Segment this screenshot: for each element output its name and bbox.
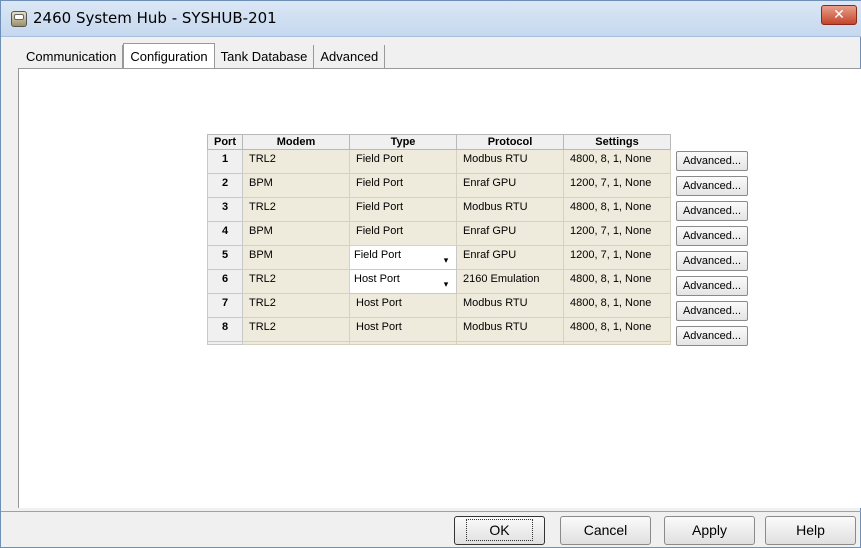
modem-cell[interactable]: TRL2 — [242, 293, 350, 318]
blank-cell — [242, 341, 350, 345]
advanced-button-port-5[interactable]: Advanced... — [676, 251, 748, 271]
table-row[interactable]: 3 TRL2 Field Port Modbus RTU 4800, 8, 1,… — [207, 197, 671, 222]
header-protocol: Protocol — [456, 134, 564, 150]
header-port: Port — [207, 134, 243, 150]
cancel-button[interactable]: Cancel — [560, 516, 651, 545]
protocol-cell[interactable]: Modbus RTU — [456, 317, 564, 342]
table-row[interactable]: 2 BPM Field Port Enraf GPU 1200, 7, 1, N… — [207, 173, 671, 198]
advanced-button-port-2[interactable]: Advanced... — [676, 176, 748, 196]
close-button[interactable]: ✕ — [821, 5, 857, 25]
chevron-down-icon[interactable]: ▾ — [438, 252, 454, 268]
table-row[interactable]: 7 TRL2 Host Port Modbus RTU 4800, 8, 1, … — [207, 293, 671, 318]
protocol-cell[interactable]: Enraf GPU — [456, 221, 564, 246]
chevron-down-icon[interactable]: ▾ — [438, 276, 454, 292]
title-bar[interactable]: 2460 System Hub - SYSHUB-201 ✕ — [1, 1, 861, 37]
port-cell: 4 — [207, 221, 243, 246]
table-row[interactable]: 4 BPM Field Port Enraf GPU 1200, 7, 1, N… — [207, 221, 671, 246]
modem-cell[interactable]: TRL2 — [242, 197, 350, 222]
protocol-cell[interactable]: Modbus RTU — [456, 149, 564, 174]
settings-cell[interactable]: 1200, 7, 1, None — [563, 221, 671, 246]
modem-cell[interactable]: BPM — [242, 221, 350, 246]
port-cell: 3 — [207, 197, 243, 222]
settings-cell[interactable]: 1200, 7, 1, None — [563, 245, 671, 270]
type-dropdown[interactable]: Field Port ▾ — [349, 245, 457, 270]
table-row[interactable]: 8 TRL2 Host Port Modbus RTU 4800, 8, 1, … — [207, 317, 671, 342]
port-cell — [207, 341, 243, 345]
dialog-window: 2460 System Hub - SYSHUB-201 ✕ Communica… — [0, 0, 861, 548]
modem-cell[interactable]: BPM — [242, 173, 350, 198]
settings-cell[interactable]: 4800, 8, 1, None — [563, 317, 671, 342]
port-cell: 8 — [207, 317, 243, 342]
advanced-button-port-1[interactable]: Advanced... — [676, 151, 748, 171]
type-cell[interactable]: Host Port — [349, 317, 457, 342]
type-cell[interactable]: Field Port — [349, 197, 457, 222]
modem-cell[interactable]: BPM — [242, 245, 350, 270]
header-modem: Modem — [242, 134, 350, 150]
protocol-cell[interactable]: Modbus RTU — [456, 197, 564, 222]
advanced-button-port-7[interactable]: Advanced... — [676, 301, 748, 321]
blank-cell — [563, 341, 671, 345]
blank-cell — [456, 341, 564, 345]
table-row[interactable]: 6 TRL2 Host Port ▾ 2160 Emulation 4800, 8… — [207, 269, 671, 294]
tab-communication[interactable]: Communication — [20, 45, 124, 68]
header-type: Type — [349, 134, 457, 150]
app-icon — [11, 11, 27, 27]
port-cell: 5 — [207, 245, 243, 270]
header-settings: Settings — [563, 134, 671, 150]
tab-strip: Communication Configuration Tank Databas… — [20, 43, 386, 69]
ok-button[interactable]: OK — [454, 516, 545, 545]
settings-cell[interactable]: 1200, 7, 1, None — [563, 173, 671, 198]
port-cell: 2 — [207, 173, 243, 198]
port-cell: 1 — [207, 149, 243, 174]
settings-cell[interactable]: 4800, 8, 1, None — [563, 149, 671, 174]
protocol-cell[interactable]: Modbus RTU — [456, 293, 564, 318]
protocol-cell[interactable]: Enraf GPU — [456, 173, 564, 198]
tab-configuration[interactable]: Configuration — [123, 43, 215, 69]
advanced-button-port-6[interactable]: Advanced... — [676, 276, 748, 296]
advanced-button-port-8[interactable]: Advanced... — [676, 326, 748, 346]
type-cell[interactable]: Field Port — [349, 221, 457, 246]
table-row[interactable]: 1 TRL2 Field Port Modbus RTU 4800, 8, 1,… — [207, 149, 671, 174]
protocol-cell[interactable]: Enraf GPU — [456, 245, 564, 270]
port-config-table: Port Modem Type Protocol Settings 1 TRL2… — [207, 134, 671, 345]
modem-cell[interactable]: TRL2 — [242, 317, 350, 342]
blank-cell — [349, 341, 457, 345]
apply-button[interactable]: Apply — [664, 516, 755, 545]
type-dropdown[interactable]: Host Port ▾ — [349, 269, 457, 294]
protocol-cell[interactable]: 2160 Emulation — [456, 269, 564, 294]
tab-tank-database[interactable]: Tank Database — [215, 45, 315, 68]
table-row[interactable]: 5 BPM Field Port ▾ Enraf GPU 1200, 7, 1, … — [207, 245, 671, 270]
advanced-button-port-4[interactable]: Advanced... — [676, 226, 748, 246]
advanced-button-port-3[interactable]: Advanced... — [676, 201, 748, 221]
settings-cell[interactable]: 4800, 8, 1, None — [563, 197, 671, 222]
type-cell[interactable]: Field Port — [349, 173, 457, 198]
window-title: 2460 System Hub - SYSHUB-201 — [33, 9, 277, 27]
ok-button-label: OK — [466, 519, 533, 541]
type-cell[interactable]: Field Port — [349, 149, 457, 174]
tab-advanced[interactable]: Advanced — [314, 45, 386, 68]
modem-cell[interactable]: TRL2 — [242, 149, 350, 174]
port-cell: 7 — [207, 293, 243, 318]
modem-cell[interactable]: TRL2 — [242, 269, 350, 294]
settings-cell[interactable]: 4800, 8, 1, None — [563, 293, 671, 318]
settings-cell[interactable]: 4800, 8, 1, None — [563, 269, 671, 294]
port-cell: 6 — [207, 269, 243, 294]
type-cell[interactable]: Host Port — [349, 293, 457, 318]
help-button[interactable]: Help — [765, 516, 856, 545]
divider — [1, 511, 861, 512]
table-row — [207, 341, 671, 345]
